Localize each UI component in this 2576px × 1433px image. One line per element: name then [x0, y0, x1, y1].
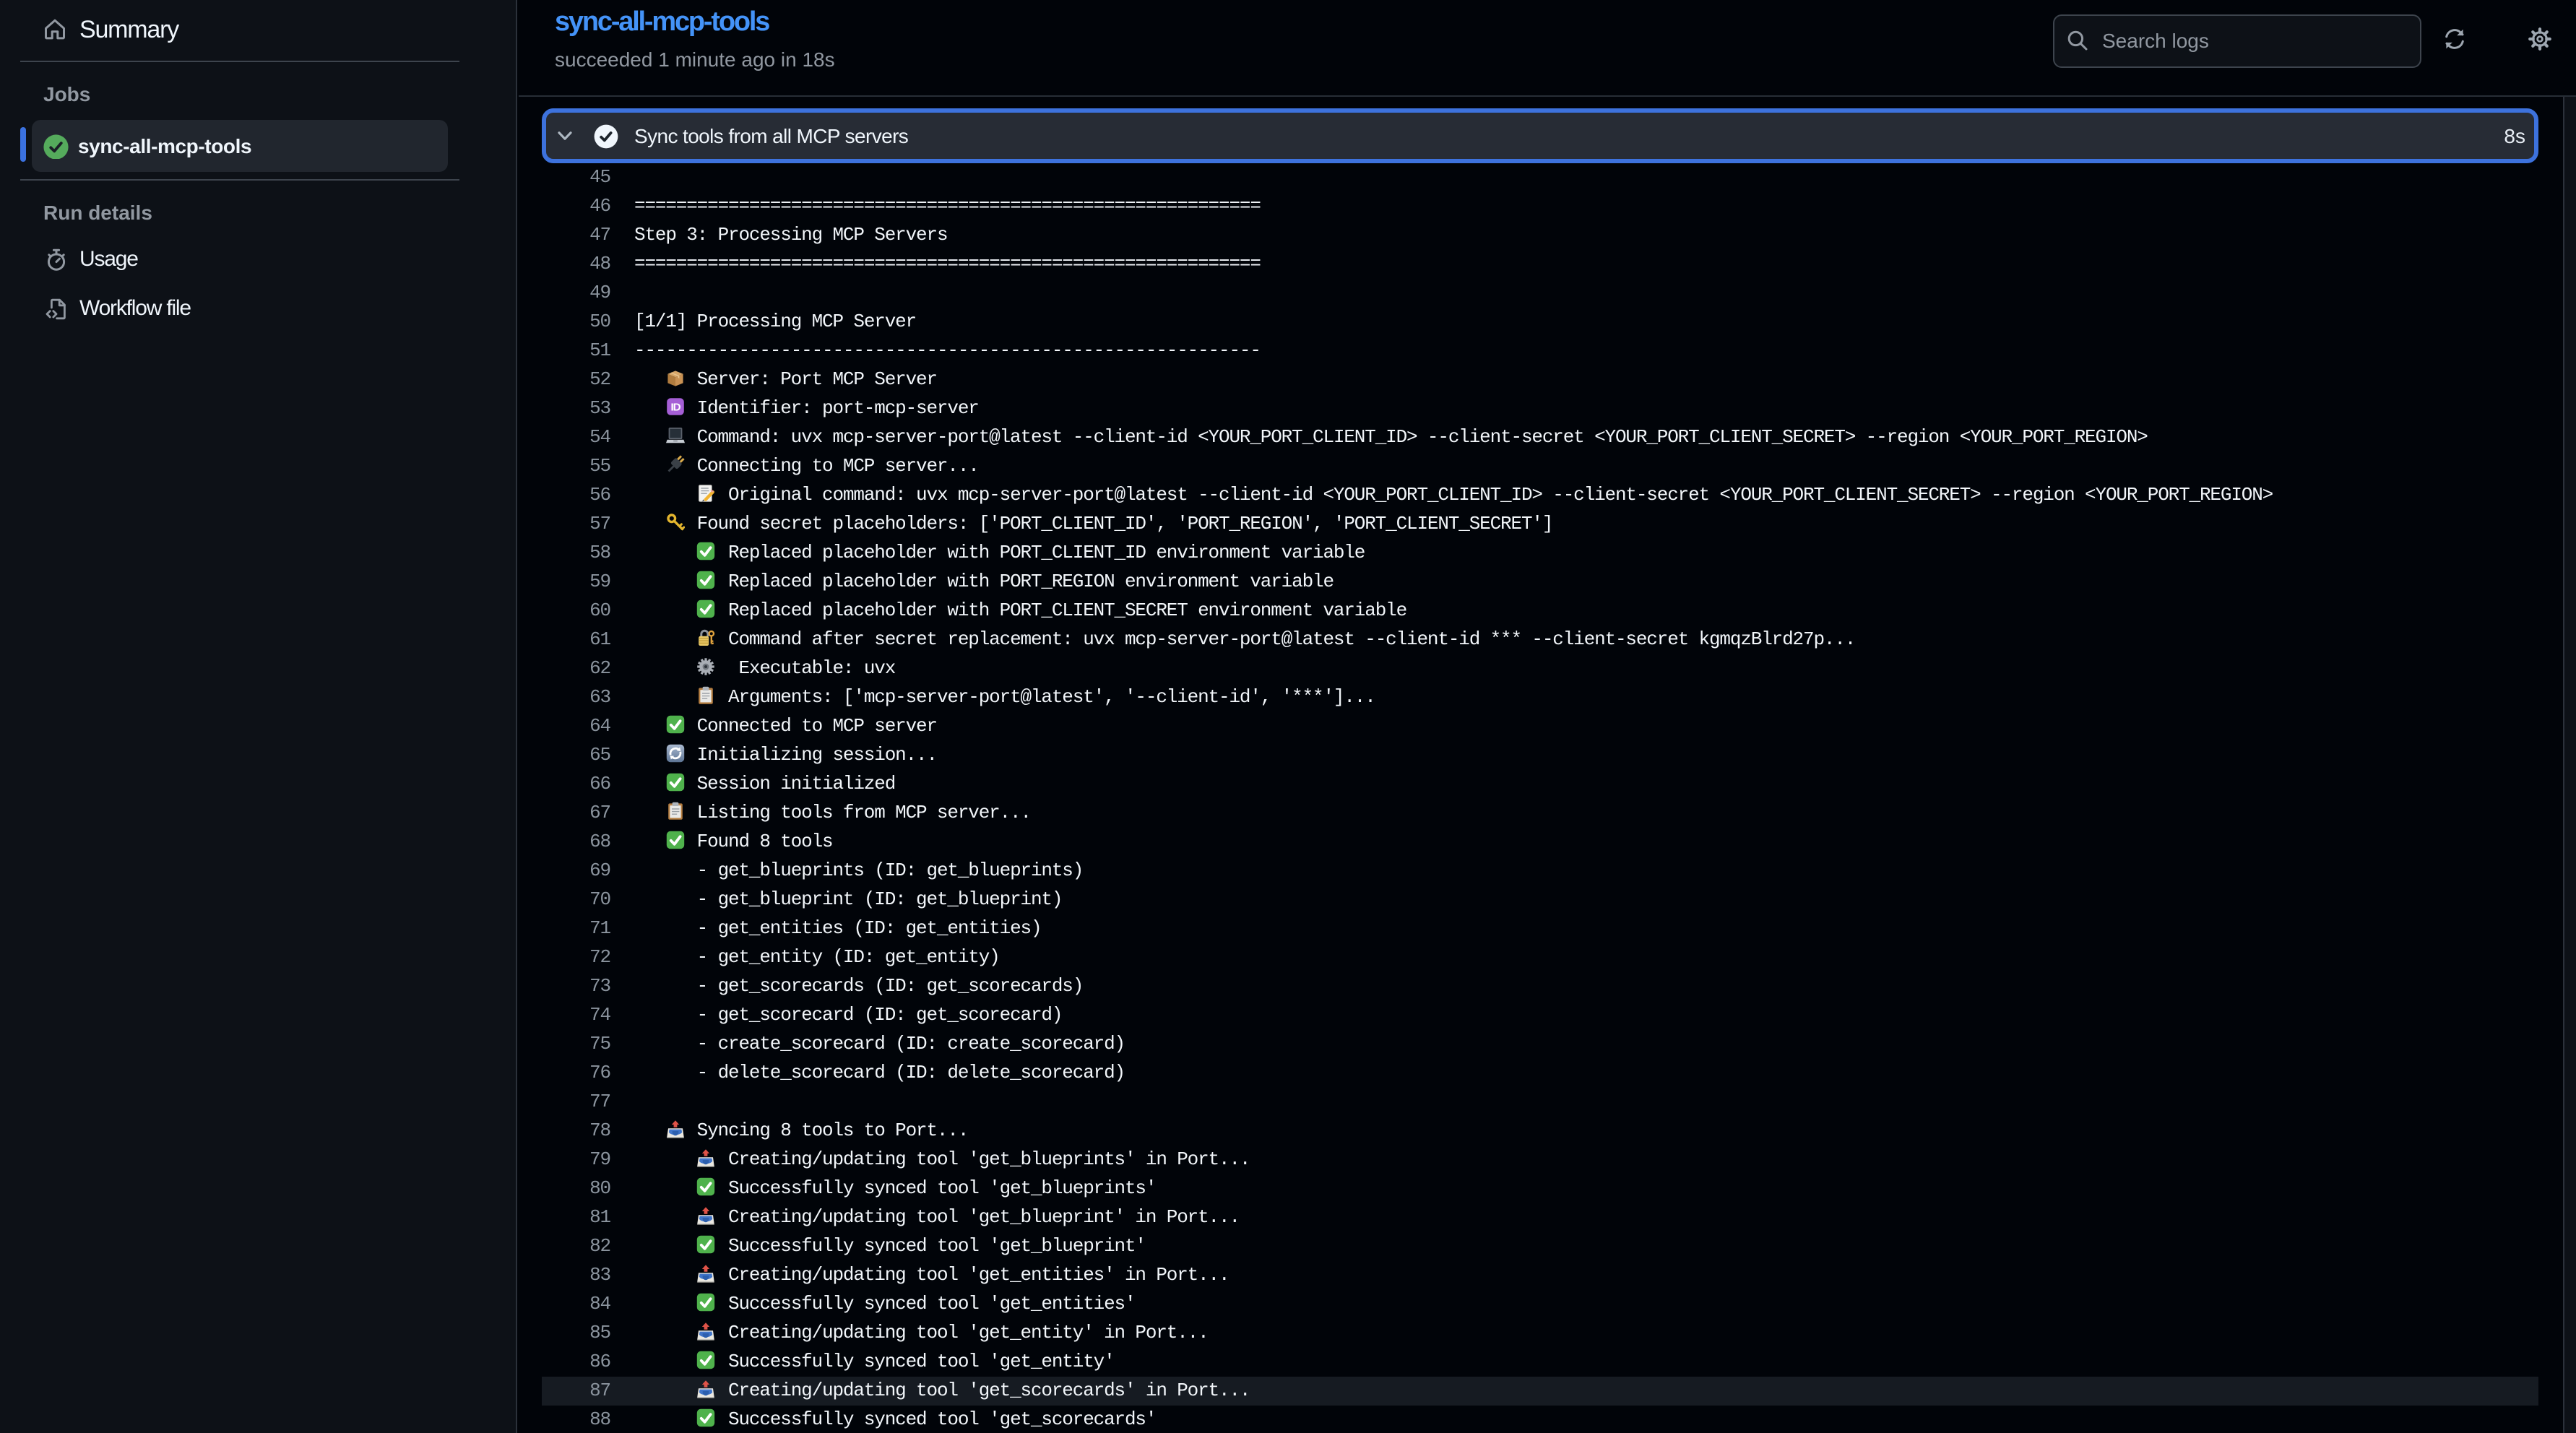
- svg-text:ID: ID: [670, 402, 680, 414]
